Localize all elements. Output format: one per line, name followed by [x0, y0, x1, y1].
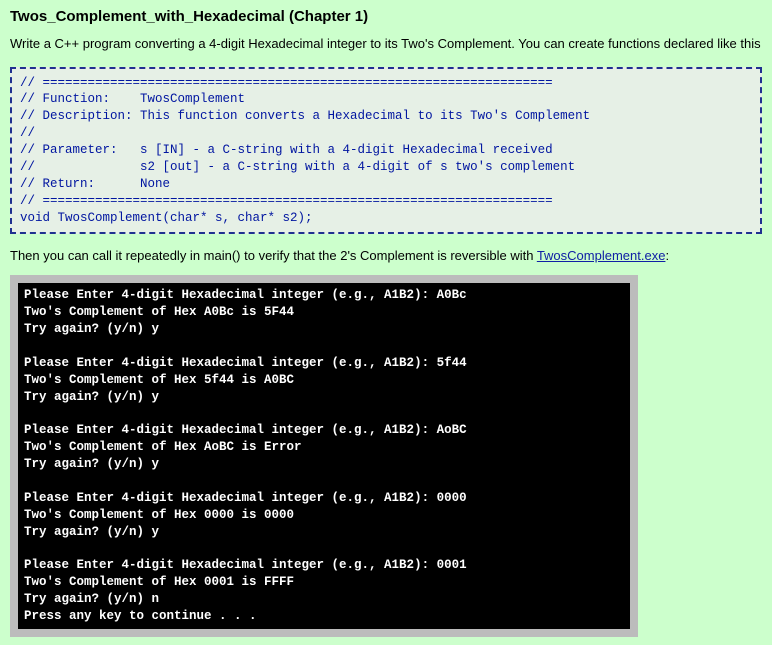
terminal-output: Please Enter 4-digit Hexadecimal integer… [18, 283, 630, 629]
intro-text: Write a C++ program converting a 4-digit… [10, 35, 762, 53]
then-paragraph: Then you can call it repeatedly in main(… [10, 248, 762, 263]
twoscomplement-exe-link[interactable]: TwosComplement.exe [537, 248, 666, 263]
then-text-before: Then you can call it repeatedly in main(… [10, 248, 537, 263]
then-text-after: : [665, 248, 669, 263]
page-title: Twos_Complement_with_Hexadecimal (Chapte… [10, 8, 762, 25]
terminal-frame: Please Enter 4-digit Hexadecimal integer… [10, 275, 638, 637]
code-declaration-box: // =====================================… [10, 67, 762, 235]
